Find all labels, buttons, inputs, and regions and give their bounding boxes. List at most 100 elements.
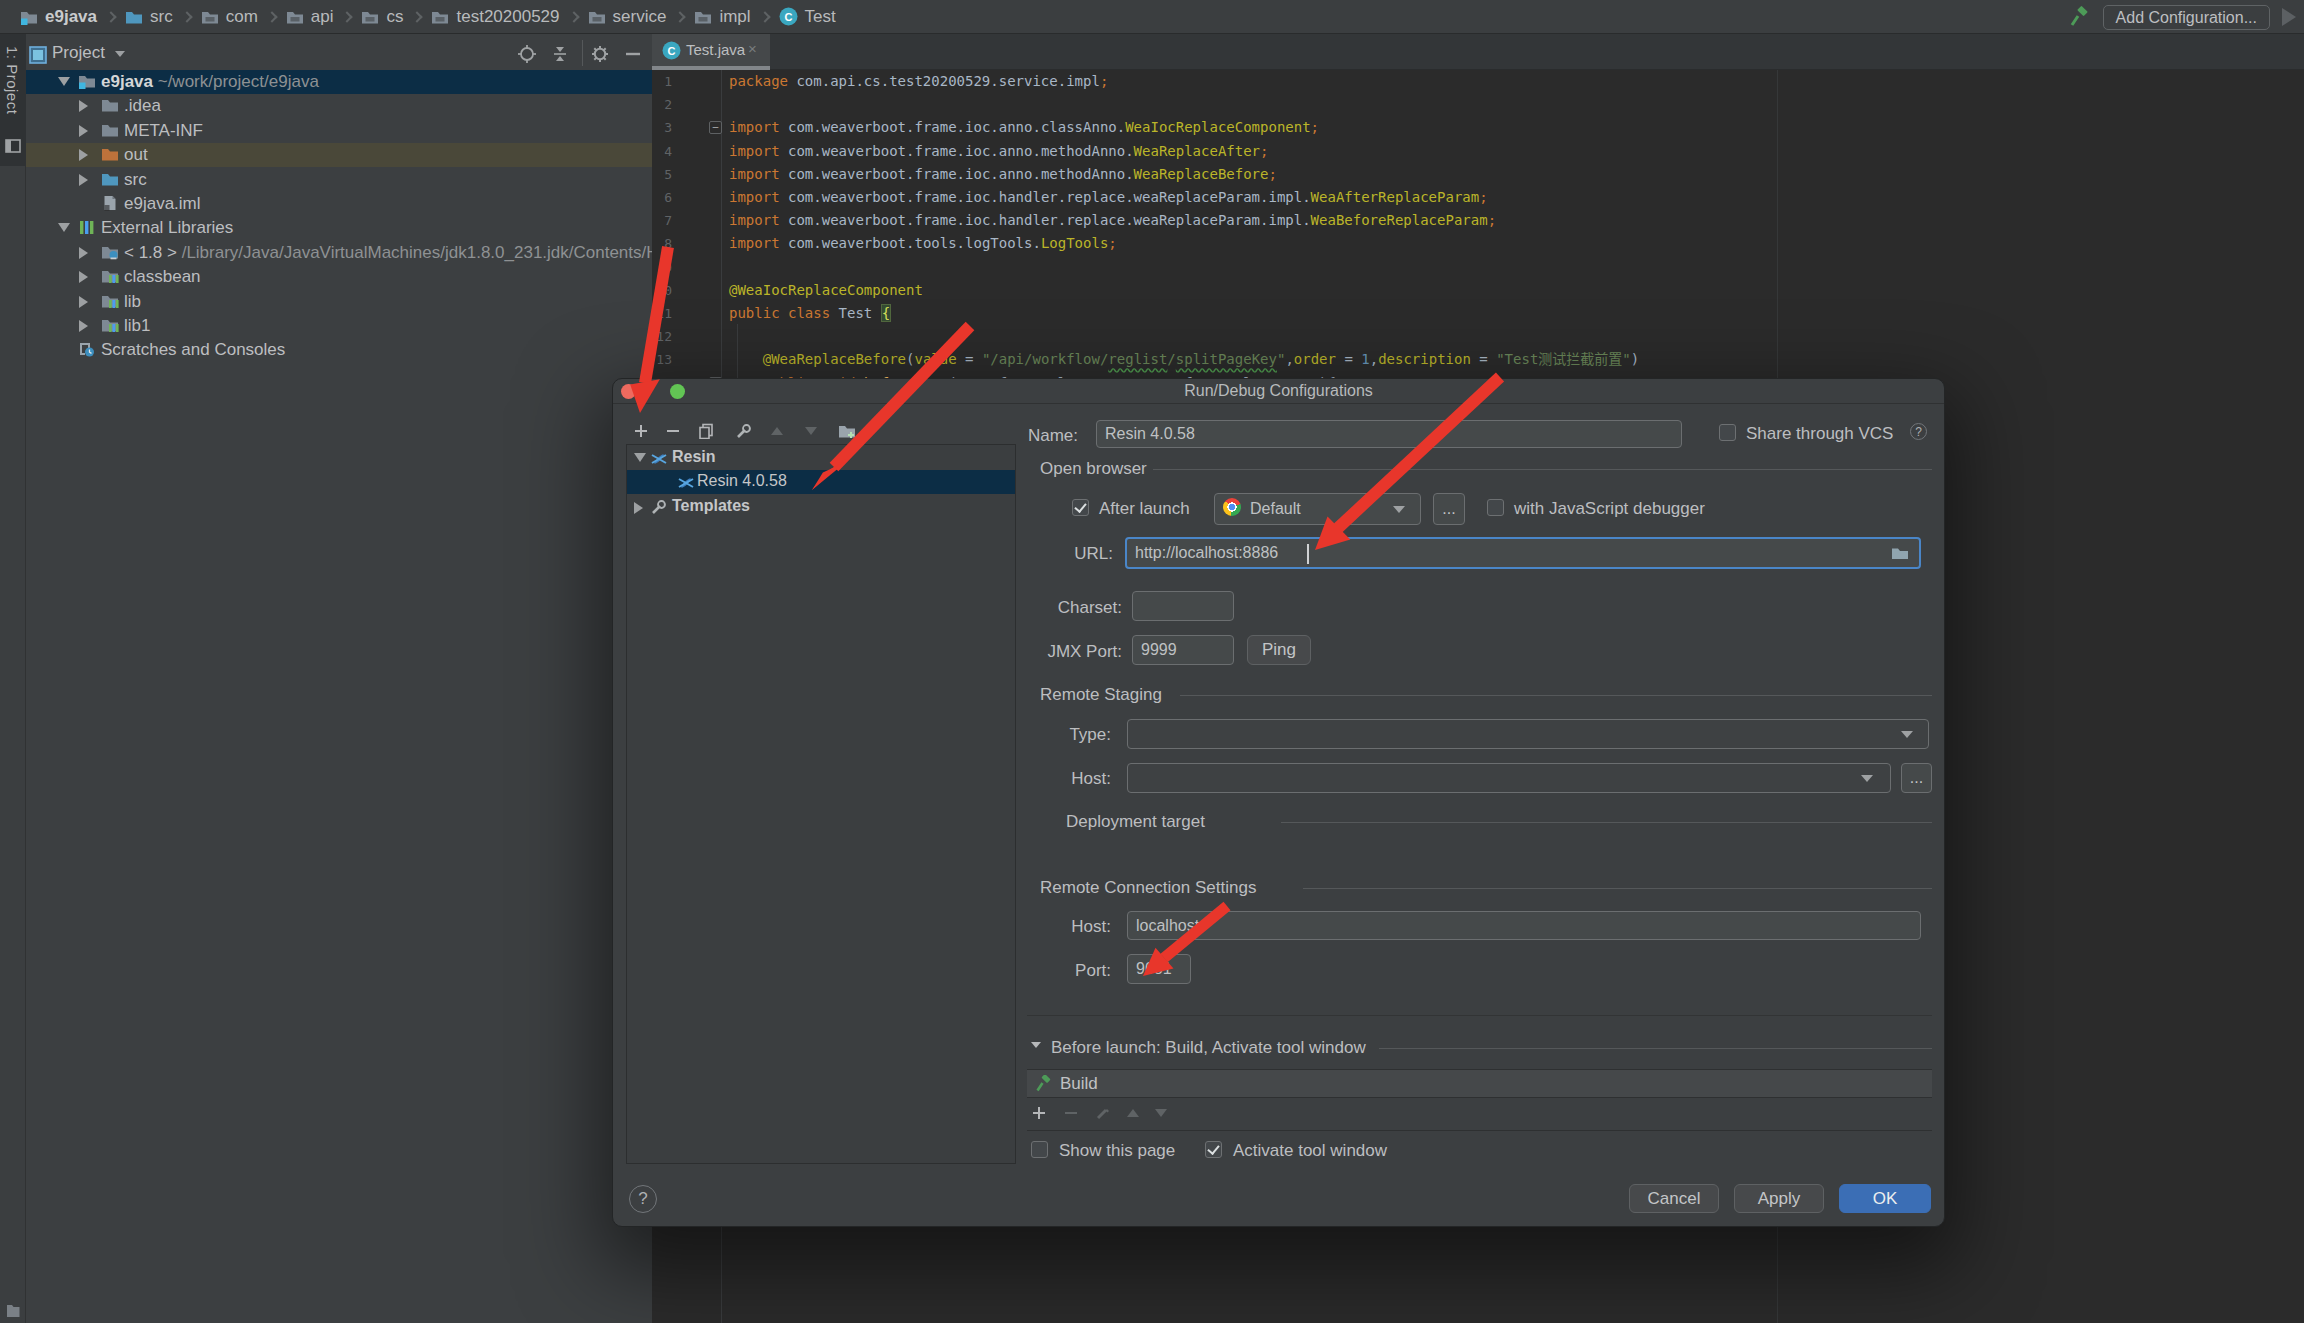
collapsed-arrow-icon[interactable] xyxy=(79,125,88,137)
remove-task-icon[interactable] xyxy=(1061,1103,1081,1123)
config-item-label: Resin 4.0.58 xyxy=(697,472,787,490)
name-field[interactable]: Resin 4.0.58 xyxy=(1096,420,1682,448)
stripe-bottom-icon[interactable] xyxy=(5,1302,21,1320)
chevron-down-icon[interactable] xyxy=(1861,775,1873,782)
line-number: 7 xyxy=(652,209,672,232)
breadcrumb-item-Test[interactable]: CTest xyxy=(773,7,842,27)
share-vcs-checkbox[interactable] xyxy=(1719,424,1736,441)
close-icon[interactable]: × xyxy=(748,40,757,57)
line-number: 13 xyxy=(652,348,672,371)
browser-more-button[interactable]: ... xyxy=(1433,493,1465,525)
rc-port-label: Port: xyxy=(971,961,1111,981)
tab-title: Test.java xyxy=(686,41,745,58)
edit-defaults-icon[interactable] xyxy=(733,421,753,441)
tree-item-src[interactable]: src xyxy=(26,168,652,192)
copy-configuration-icon[interactable] xyxy=(696,421,716,441)
hide-panel-icon[interactable] xyxy=(621,42,645,66)
new-folder-icon[interactable] xyxy=(837,421,857,441)
breadcrumb-separator-icon xyxy=(412,11,423,22)
config-item-templates[interactable]: Templates xyxy=(627,495,1015,519)
collapsed-arrow-icon[interactable] xyxy=(79,320,88,332)
activate-tool-window-checkbox[interactable] xyxy=(1205,1141,1222,1158)
tree-item-classbean[interactable]: classbean xyxy=(26,265,652,289)
ok-button[interactable]: OK xyxy=(1839,1184,1931,1213)
collapse-all-icon[interactable] xyxy=(548,42,572,66)
tree-item--1-8-[interactable]: < 1.8 > /Library/Java/JavaVirtualMachine… xyxy=(26,241,652,265)
breadcrumb-item-impl[interactable]: impl xyxy=(688,7,756,27)
charset-field[interactable] xyxy=(1132,591,1234,621)
show-this-page-checkbox[interactable] xyxy=(1031,1141,1048,1158)
staging-host-more-button[interactable]: ... xyxy=(1901,763,1932,793)
breadcrumb-item-src[interactable]: src xyxy=(119,7,179,27)
wrench-icon xyxy=(650,499,667,516)
chevron-down-icon[interactable] xyxy=(1901,731,1913,738)
breadcrumb-item-cs[interactable]: cs xyxy=(355,7,409,27)
move-task-down-icon[interactable] xyxy=(1151,1103,1171,1123)
add-configuration-icon[interactable] xyxy=(631,421,651,441)
js-debugger-checkbox[interactable] xyxy=(1487,499,1504,516)
cancel-button[interactable]: Cancel xyxy=(1629,1184,1719,1213)
type-combobox[interactable] xyxy=(1127,719,1929,749)
tree-item-lib1[interactable]: lib1 xyxy=(26,314,652,338)
jmx-port-field[interactable]: 9999 xyxy=(1132,635,1234,665)
project-stripe-tab[interactable]: 1: Project xyxy=(0,34,26,166)
apply-button[interactable]: Apply xyxy=(1734,1184,1824,1213)
collapsed-arrow-icon[interactable] xyxy=(79,149,88,161)
staging-host-combobox[interactable] xyxy=(1127,763,1891,793)
move-up-icon[interactable] xyxy=(767,421,787,441)
config-item-resin-4-0-58[interactable]: Resin 4.0.58 xyxy=(627,470,1015,494)
collapse-icon[interactable] xyxy=(1031,1042,1041,1048)
run-icon[interactable] xyxy=(2282,8,2296,26)
tree-item-lib[interactable]: lib xyxy=(26,290,652,314)
after-launch-checkbox[interactable] xyxy=(1072,499,1089,516)
url-field[interactable]: http://localhost:8886 xyxy=(1125,537,1921,569)
tree-item-scratches-and-consoles[interactable]: Scratches and Consoles xyxy=(26,338,652,362)
tab-test-java[interactable]: C Test.java × xyxy=(652,34,770,66)
tree-item-e9java[interactable]: e9java ~/work/project/e9java xyxy=(26,70,652,94)
tree-item-e9java-iml[interactable]: e9java.iml xyxy=(26,192,652,216)
ping-button[interactable]: Ping xyxy=(1247,635,1311,665)
help-icon[interactable]: ? xyxy=(1910,423,1927,440)
tree-item-label: lib1 xyxy=(124,316,150,336)
expanded-arrow-icon[interactable] xyxy=(58,223,70,232)
collapsed-arrow-icon[interactable] xyxy=(79,247,88,259)
locate-icon[interactable] xyxy=(515,42,539,66)
add-configuration-button[interactable]: Add Configuration... xyxy=(2103,5,2270,30)
collapsed-arrow-icon[interactable] xyxy=(79,174,88,186)
collapsed-arrow-icon[interactable] xyxy=(79,100,88,112)
fold-icon[interactable]: − xyxy=(709,121,722,134)
collapsed-arrow-icon[interactable] xyxy=(634,502,643,514)
chevron-down-icon[interactable] xyxy=(115,51,125,57)
gear-icon[interactable] xyxy=(588,42,612,66)
breadcrumb-item-api[interactable]: api xyxy=(280,7,340,27)
code-text: import com.weaverboot.frame.ioc.anno.met… xyxy=(729,140,1268,163)
add-task-icon[interactable] xyxy=(1029,1103,1049,1123)
breadcrumb-item-com[interactable]: com xyxy=(195,7,264,27)
move-down-icon[interactable] xyxy=(801,421,821,441)
browser-combobox[interactable]: Default xyxy=(1214,493,1421,525)
folder-icon[interactable] xyxy=(1891,546,1909,561)
help-button[interactable]: ? xyxy=(629,1185,657,1213)
rc-host-field[interactable]: localhost xyxy=(1127,911,1921,940)
chevron-down-icon[interactable] xyxy=(1393,506,1405,513)
move-task-up-icon[interactable] xyxy=(1123,1103,1143,1123)
tree-item-out[interactable]: out xyxy=(26,143,652,167)
code-line-1: 1package com.api.cs.test20200529.service… xyxy=(652,70,2304,93)
expanded-arrow-icon[interactable] xyxy=(58,77,70,86)
tree-item-meta-inf[interactable]: META-INF xyxy=(26,119,652,143)
breadcrumb-item-e9java[interactable]: e9java xyxy=(14,7,103,27)
collapsed-arrow-icon[interactable] xyxy=(79,271,88,283)
remove-configuration-icon[interactable] xyxy=(663,421,683,441)
expanded-arrow-icon[interactable] xyxy=(634,453,646,462)
project-panel-title[interactable]: Project xyxy=(52,43,105,63)
build-hammer-icon[interactable] xyxy=(2069,6,2091,28)
config-item-resin[interactable]: Resin xyxy=(627,446,1015,470)
before-launch-build-row[interactable]: Build xyxy=(1027,1069,1932,1098)
breadcrumb-item-test20200529[interactable]: test20200529 xyxy=(425,7,565,27)
breadcrumb-item-service[interactable]: service xyxy=(582,7,673,27)
tree-item--idea[interactable]: .idea xyxy=(26,94,652,118)
collapsed-arrow-icon[interactable] xyxy=(79,296,88,308)
edit-task-icon[interactable] xyxy=(1093,1103,1113,1123)
rc-port-field[interactable]: 9081 xyxy=(1127,954,1191,984)
tree-item-external-libraries[interactable]: External Libraries xyxy=(26,216,652,240)
